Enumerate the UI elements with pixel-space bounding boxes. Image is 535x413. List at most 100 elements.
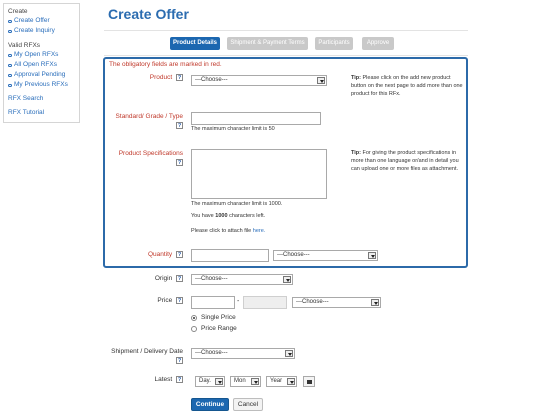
continue-button[interactable]: Continue [191,398,229,411]
sidebar-item-all-open-rfxs[interactable]: All Open RFXs [8,60,79,70]
sidebar-item-label: All Open RFXs [14,61,57,68]
latest-label: Latest ? [103,376,183,383]
price-from-input[interactable] [191,296,235,309]
specs-help: ? [103,159,183,166]
calendar-icon[interactable] [303,376,315,387]
tip-text: Please click on the add new product butt… [351,75,463,97]
label-text: Price [157,297,173,305]
shipment-date-select[interactable]: ---Choose--- [191,348,295,359]
chars-left: You have 1000 characters left. [191,213,265,219]
standard-help: ? [103,122,183,129]
help-icon[interactable]: ? [176,122,183,129]
single-price-radio[interactable] [191,315,197,321]
latest-day-select[interactable]: Day. [195,376,225,387]
dropdown-arrow-icon [285,350,293,357]
product-label: Product ? [103,74,183,81]
latest-month-select[interactable]: Mon [230,376,261,387]
origin-select[interactable]: ---Choose--- [191,274,293,285]
help-icon[interactable]: ? [176,357,183,364]
sidebar-item-label: Create Offer [14,17,50,24]
quantity-label: Quantity ? [103,251,183,258]
tip-title: Tip: [351,75,361,81]
dropdown-arrow-icon [215,378,223,385]
dropdown-arrow-icon [251,378,259,385]
dropdown-arrow-icon [287,378,295,385]
title-divider [104,30,468,31]
tab-shipment-payment-terms[interactable]: Shipment & Payment Terms [227,37,308,50]
price-range-separator: - [237,298,240,305]
sidebar-item-rfx-search[interactable]: RFX Search [8,94,79,104]
select-value: ---Choose--- [296,299,329,305]
sidebar-item-label: My Open RFXs [14,51,59,58]
label-text: Product Specifications [118,150,183,157]
bullet-icon [8,63,12,67]
bullet-icon [8,83,12,87]
help-icon[interactable]: ? [176,251,183,258]
sidebar-item-label: Approval Pending [14,71,66,78]
attach-file-link[interactable]: here. [253,228,266,234]
sidebar-item-label: Create Inquiry [14,27,55,34]
specs-textarea[interactable] [191,149,327,199]
sidebar-item-my-previous-rfxs[interactable]: My Previous RFXs [8,80,79,90]
label-text: Shipment / Delivery Date [111,348,183,355]
select-value: ---Choose--- [195,276,228,282]
chars-left-count: 1000 [215,213,228,219]
quantity-input[interactable] [191,249,269,262]
required-fields-note: The obligatory fields are marked in red. [109,61,222,68]
bullet-icon [8,53,12,57]
sidebar: Create Create Offer Create Inquiry Valid… [3,3,80,123]
currency-select[interactable]: ---Choose--- [292,297,381,308]
page-title: Create Offer [108,6,189,22]
sidebar-heading-valid-rfxs: Valid RFXs [8,42,41,49]
attach-prefix: Please click to attach file [191,228,252,234]
help-icon[interactable]: ? [176,275,183,282]
standard-input[interactable] [191,112,321,125]
chars-left-suffix: characters left. [229,213,266,219]
chars-left-prefix: You have [191,213,214,219]
help-icon[interactable]: ? [176,376,183,383]
tab-participants[interactable]: Participants [315,37,353,50]
help-icon[interactable]: ? [176,159,183,166]
price-label: Price ? [103,297,183,304]
tab-approve[interactable]: Approve [362,37,394,50]
standard-hint: The maximum character limit is 50 [191,126,275,132]
label-text: Product [149,74,173,82]
select-value: Mon [234,378,246,384]
attach-file-text: Please click to attach file here. [191,228,265,234]
origin-label: Origin ? [103,275,183,282]
select-value: ---Choose--- [277,252,310,258]
sidebar-item-rfx-tutorial[interactable]: RFX Tutorial [8,108,79,118]
select-value: ---Choose--- [195,350,228,356]
sidebar-item-create-inquiry[interactable]: Create Inquiry [8,26,79,36]
label-text: Origin [154,275,173,283]
sidebar-item-my-open-rfxs[interactable]: My Open RFXs [8,50,79,60]
price-range-label: Price Range [201,325,237,332]
help-icon[interactable]: ? [176,297,183,304]
latest-year-select[interactable]: Year [266,376,297,387]
label-text: Standard/ Grade / Type [115,113,183,120]
product-tip: Tip: Please click on the add new product… [351,74,463,98]
bullet-icon [8,29,12,33]
tab-product-details[interactable]: Product Details [170,37,220,50]
shipment-label: Shipment / Delivery Date [103,348,183,355]
help-icon[interactable]: ? [176,74,183,81]
sidebar-heading-create: Create [8,8,28,15]
sidebar-item-approval-pending[interactable]: Approval Pending [8,70,79,80]
quantity-unit-select[interactable]: ---Choose--- [273,250,378,261]
dropdown-arrow-icon [368,252,376,259]
dropdown-arrow-icon [317,77,325,84]
tip-text: For giving the product specifications in… [351,150,459,172]
price-to-input[interactable] [243,296,287,309]
select-value: Day. [199,378,211,384]
tabs-divider [104,55,468,56]
label-text: Quantity [147,251,173,259]
product-select[interactable]: ---Choose--- [191,75,327,86]
cancel-button[interactable]: Cancel [233,398,263,411]
bullet-icon [8,19,12,23]
specs-label: Product Specifications [103,150,183,157]
bullet-icon [8,73,12,77]
select-value: ---Choose--- [195,77,228,83]
sidebar-item-create-offer[interactable]: Create Offer [8,16,79,26]
price-range-radio[interactable] [191,326,197,332]
